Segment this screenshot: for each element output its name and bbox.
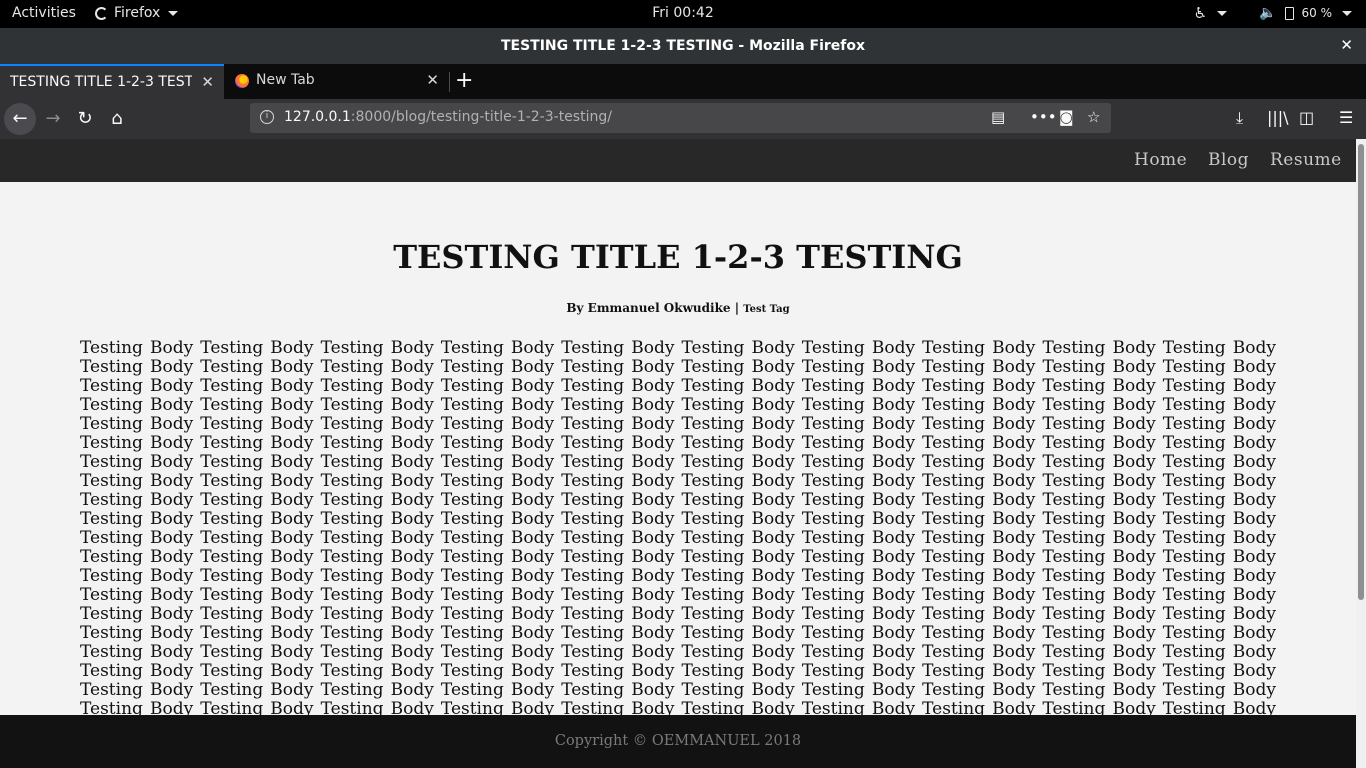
window-title-bar: TESTING TITLE 1-2-3 TESTING - Mozilla Fi… bbox=[0, 28, 1366, 64]
close-tab-icon[interactable]: ✕ bbox=[426, 71, 439, 89]
nav-link-blog[interactable]: Blog bbox=[1208, 150, 1249, 170]
close-tab-icon[interactable]: ✕ bbox=[201, 73, 214, 91]
hamburger-menu-icon[interactable]: ☰ bbox=[1339, 108, 1353, 127]
forward-arrow-icon[interactable]: → bbox=[41, 107, 65, 131]
window-close-icon[interactable]: ✕ bbox=[1340, 36, 1353, 54]
post-byline: By Emmanuel Okwudike | Test Tag bbox=[0, 301, 1356, 315]
url-path: :8000/blog/testing-title-1-2-3-testing/ bbox=[350, 109, 612, 125]
site-info-icon[interactable]: i bbox=[260, 110, 274, 124]
tab-separator bbox=[449, 72, 450, 92]
reload-icon[interactable]: ↻ bbox=[73, 107, 97, 131]
firefox-favicon-icon bbox=[235, 74, 249, 88]
tab-label: New Tab bbox=[256, 72, 315, 88]
post-body: Testing Body Testing Body Testing Body T… bbox=[80, 339, 1276, 715]
site-footer: Copyright © OEMMANUEL 2018 bbox=[0, 715, 1356, 768]
battery-percentage: 60 % bbox=[1301, 6, 1333, 20]
library-icon[interactable]: |||\ bbox=[1267, 108, 1289, 127]
page-scrollbar[interactable] bbox=[1356, 139, 1366, 768]
reader-view-icon[interactable]: ▤ bbox=[991, 108, 1005, 126]
page-actions-icon[interactable]: ••• bbox=[1030, 108, 1057, 126]
scrollbar-thumb[interactable] bbox=[1358, 144, 1364, 600]
byline-author: By Emmanuel Okwudike bbox=[566, 301, 731, 315]
url-host: 127.0.0.1 bbox=[284, 109, 351, 125]
web-page: Home Blog Resume TESTING TITLE 1-2-3 TES… bbox=[0, 139, 1356, 768]
nav-link-home[interactable]: Home bbox=[1134, 150, 1187, 170]
tab-label: TESTING TITLE 1-2-3 TESTING bbox=[10, 74, 192, 90]
accessibility-icon[interactable]: ♿ bbox=[1194, 4, 1207, 22]
volume-icon[interactable]: 🔈 bbox=[1259, 5, 1276, 21]
tab-strip: TESTING TITLE 1-2-3 TESTING ✕ New Tab ✕ … bbox=[0, 64, 1366, 99]
byline-separator: | bbox=[734, 301, 740, 315]
pocket-icon[interactable]: ◙ bbox=[1059, 108, 1074, 126]
sidebar-icon[interactable]: ◫ bbox=[1299, 108, 1314, 127]
battery-icon[interactable] bbox=[1284, 6, 1294, 20]
chevron-down-icon bbox=[1342, 10, 1352, 16]
clock[interactable]: Fri 00:42 bbox=[0, 5, 1366, 21]
nav-link-resume[interactable]: Resume bbox=[1270, 150, 1342, 170]
back-arrow-icon[interactable]: ← bbox=[4, 103, 36, 135]
system-top-bar: Activities Firefox Fri 00:42 ♿ 🔈 60 % bbox=[0, 0, 1366, 28]
navigation-toolbar: ← → ↻ ⌂ i 127.0.0.1:8000/blog/testing-ti… bbox=[0, 99, 1366, 139]
new-tab-plus-icon[interactable]: + bbox=[455, 68, 473, 93]
downloads-icon[interactable]: ⤓ bbox=[1236, 108, 1243, 128]
url-bar[interactable]: i 127.0.0.1:8000/blog/testing-title-1-2-… bbox=[250, 103, 1111, 133]
window-title: TESTING TITLE 1-2-3 TESTING - Mozilla Fi… bbox=[500, 38, 866, 54]
site-navbar: Home Blog Resume bbox=[0, 139, 1356, 182]
byline-tag-link[interactable]: Test Tag bbox=[743, 304, 789, 315]
bookmark-star-icon[interactable]: ☆ bbox=[1087, 108, 1100, 126]
system-tray[interactable]: ♿ 🔈 60 % bbox=[1194, 4, 1352, 22]
chevron-down-icon bbox=[1217, 10, 1228, 16]
tab-new-tab[interactable]: New Tab ✕ bbox=[224, 64, 449, 99]
tab-testing-title[interactable]: TESTING TITLE 1-2-3 TESTING ✕ bbox=[0, 64, 224, 99]
url-text[interactable]: 127.0.0.1:8000/blog/testing-title-1-2-3-… bbox=[284, 109, 612, 125]
post-title: TESTING TITLE 1-2-3 TESTING bbox=[393, 238, 963, 276]
home-icon[interactable]: ⌂ bbox=[105, 107, 129, 131]
